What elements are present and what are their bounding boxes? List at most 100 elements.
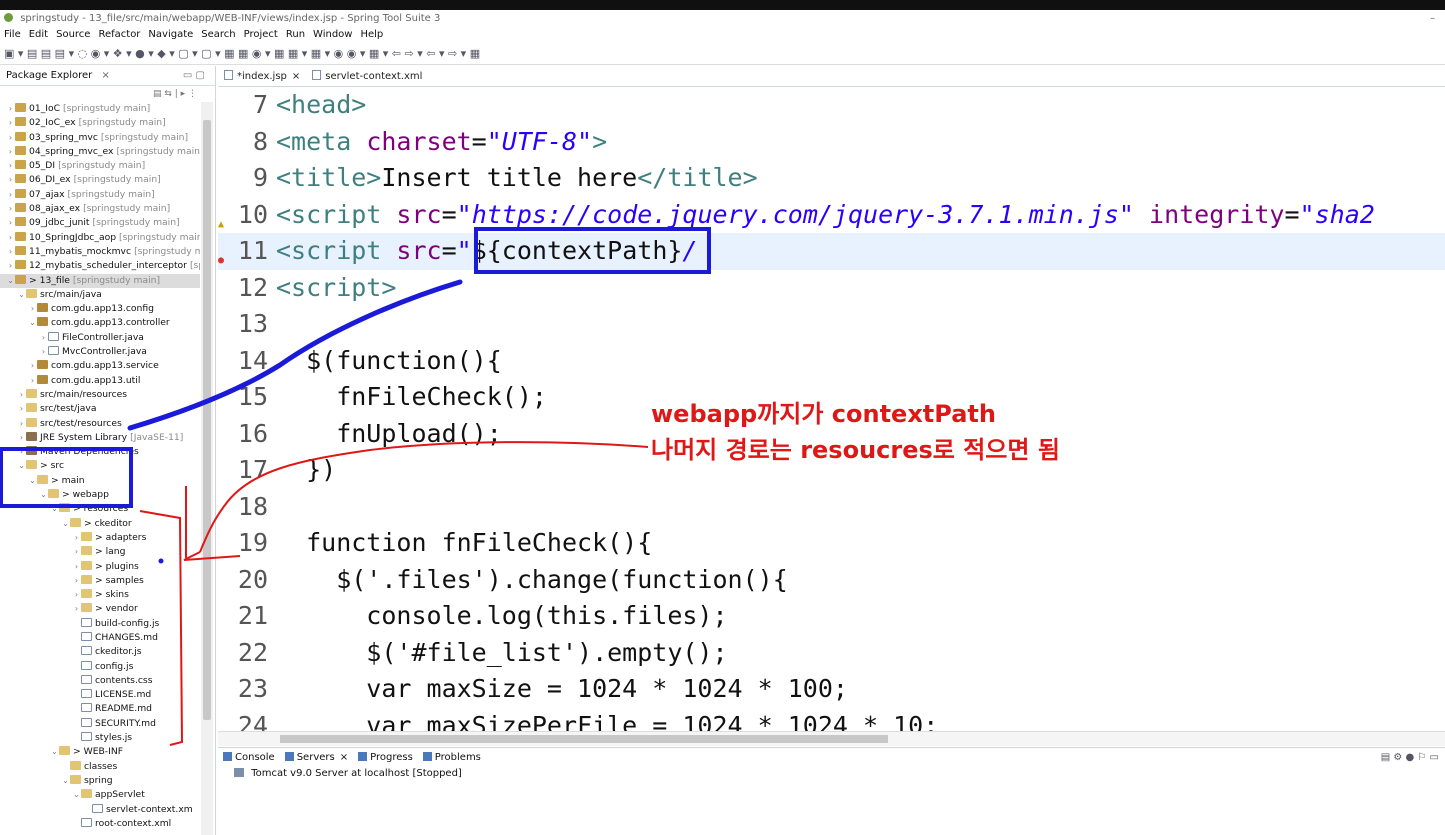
code-line[interactable]: 20 $('.files').change(function(){	[218, 562, 1445, 599]
bottom-tab-progress[interactable]: Progress	[353, 748, 418, 768]
code-line[interactable]: 7 <head>	[218, 87, 1445, 124]
tree-twistie-icon[interactable]: ⌄	[17, 288, 26, 302]
tree-item[interactable]: › 08_ajax_ex [springstudy main]	[0, 202, 200, 216]
tree-item[interactable]: › 04_spring_mvc_ex [springstudy main]	[0, 145, 200, 159]
close-icon[interactable]: ×	[292, 71, 300, 82]
tree-item[interactable]: ⌄ > webapp	[0, 488, 200, 502]
tree-item[interactable]: › 12_mybatis_scheduler_interceptor[sprir	[0, 259, 200, 273]
code-line[interactable]: 19 function fnFileCheck(){	[218, 525, 1445, 562]
tree-item[interactable]: › com.gdu.app13.util	[0, 374, 200, 388]
menu-run[interactable]: Run	[282, 27, 309, 43]
tree-item[interactable]: › 11_mybatis_mockmvc[springstudy ma	[0, 245, 200, 259]
code-line[interactable]: 18	[218, 489, 1445, 526]
tree-item[interactable]: › src/main/resources	[0, 388, 200, 402]
tree-item[interactable]: › 09_jdbc_junit [springstudy main]	[0, 216, 200, 230]
tree-item[interactable]: › 01_IoC [springstudy main]	[0, 102, 200, 116]
tree-item[interactable]: › 03_spring_mvc [springstudy main]	[0, 131, 200, 145]
tree-twistie-icon[interactable]: ⌄	[39, 488, 48, 502]
tree-item[interactable]: › 07_ajax [springstudy main]	[0, 188, 200, 202]
tree-item[interactable]: › 10_SpringJdbc_aop [springstudy main]	[0, 231, 200, 245]
tree-item[interactable]: SECURITY.md	[0, 717, 200, 731]
code-line[interactable]: 21 console.log(this.files);	[218, 598, 1445, 635]
tree-item[interactable]: › > vendor	[0, 602, 200, 616]
tree-item[interactable]: ⌄ > src	[0, 459, 200, 473]
tree-item[interactable]: ⌄ spring	[0, 774, 200, 788]
code-line[interactable]: 13	[218, 306, 1445, 343]
menu-navigate[interactable]: Navigate	[144, 27, 197, 43]
menu-source[interactable]: Source	[52, 27, 94, 43]
close-icon[interactable]: ×	[101, 70, 109, 81]
code-line[interactable]: ● 11 <script src="${contextPath}/	[218, 233, 1445, 270]
menu-project[interactable]: Project	[240, 27, 282, 43]
tree-twistie-icon[interactable]: ›	[39, 331, 48, 345]
code-line[interactable]: 23 var maxSize = 1024 * 1024 * 100;	[218, 671, 1445, 708]
tree-item[interactable]: root-context.xml	[0, 817, 200, 831]
tree-item[interactable]: servlet-context.xm	[0, 803, 200, 817]
tree-item[interactable]: config.js	[0, 660, 200, 674]
tree-twistie-icon[interactable]: ⌄	[6, 274, 15, 288]
menu-window[interactable]: Window	[309, 27, 356, 43]
tree-item[interactable]: ⌄ com.gdu.app13.controller	[0, 316, 200, 330]
tree-item[interactable]: › JRE System Library [JavaSE-11]	[0, 431, 200, 445]
code-line[interactable]: 24 var maxSizePerFile = 1024 * 1024 * 10…	[218, 708, 1445, 732]
tree-twistie-icon[interactable]: ›	[72, 545, 81, 559]
tree-twistie-icon[interactable]: ›	[72, 602, 81, 616]
tree-item[interactable]: LICENSE.md	[0, 688, 200, 702]
tree-twistie-icon[interactable]: ⌄	[28, 316, 37, 330]
code-line[interactable]: 14 $(function(){	[218, 343, 1445, 380]
tree-item[interactable]: › > adapters	[0, 531, 200, 545]
tree-item[interactable]: ⌄ appServlet	[0, 788, 200, 802]
bottom-tab-servers[interactable]: Servers ×	[280, 748, 353, 768]
tree-twistie-icon[interactable]: ›	[28, 302, 37, 316]
tree-twistie-icon[interactable]: ›	[72, 531, 81, 545]
tree-item[interactable]: styles.js	[0, 731, 200, 745]
tree-item[interactable]: ⌄ > resources	[0, 502, 200, 516]
tree-twistie-icon[interactable]: ›	[39, 345, 48, 359]
tree-twistie-icon[interactable]: ›	[6, 145, 15, 159]
tree-twistie-icon[interactable]: ›	[28, 359, 37, 373]
scrollbar-thumb[interactable]	[203, 120, 211, 720]
tree-twistie-icon[interactable]: ⌄	[28, 474, 37, 488]
editor-horizontal-scrollbar[interactable]	[218, 731, 1445, 746]
tree-twistie-icon[interactable]: ⌄	[17, 459, 26, 473]
tree-twistie-icon[interactable]: ›	[6, 245, 15, 259]
tree-item[interactable]: ⌄ src/main/java	[0, 288, 200, 302]
tree-item[interactable]: ckeditor.js	[0, 645, 200, 659]
tree-twistie-icon[interactable]: ⌄	[50, 745, 59, 759]
tree-twistie-icon[interactable]: ›	[6, 259, 15, 273]
tree-twistie-icon[interactable]: ⌄	[50, 502, 59, 516]
tree-twistie-icon[interactable]: ›	[6, 102, 15, 116]
menu-edit[interactable]: Edit	[25, 27, 52, 43]
tree-twistie-icon[interactable]: ›	[6, 159, 15, 173]
bottom-tab-problems[interactable]: Problems	[418, 748, 486, 768]
tree-item[interactable]: ⌄ > main	[0, 474, 200, 488]
scrollbar-thumb[interactable]	[280, 735, 888, 743]
tree-twistie-icon[interactable]: ›	[17, 445, 26, 459]
menu-refactor[interactable]: Refactor	[94, 27, 144, 43]
tree-item[interactable]: › Maven Dependencies	[0, 445, 200, 459]
code-line[interactable]: 9 <title>Insert title here</title>	[218, 160, 1445, 197]
tree-item[interactable]: ⌄ > 13_file [springstudy main]	[0, 273, 200, 288]
editor-tab[interactable]: servlet-context.xml	[306, 66, 428, 87]
tree-item[interactable]: classes	[0, 760, 200, 774]
tree-twistie-icon[interactable]: ›	[6, 116, 15, 130]
server-row[interactable]: Tomcat v9.0 Server at localhost [Stopped…	[234, 767, 1429, 781]
tree-twistie-icon[interactable]: ⌄	[61, 774, 70, 788]
servers-view-controls[interactable]: ▤ ⚙ ● ⚐ ▭	[1381, 748, 1439, 768]
tree-twistie-icon[interactable]: ⌄	[61, 517, 70, 531]
menu-help[interactable]: Help	[356, 27, 387, 43]
tree-vertical-scrollbar[interactable]	[201, 102, 213, 835]
tree-item[interactable]: › > plugins	[0, 560, 200, 574]
close-icon[interactable]: ×	[340, 752, 348, 763]
tree-item[interactable]: README.md	[0, 702, 200, 716]
tree-item[interactable]: › FileController.java	[0, 331, 200, 345]
tree-item[interactable]: › MvcController.java	[0, 345, 200, 359]
tree-item[interactable]: ⌄ > ckeditor	[0, 517, 200, 531]
tree-twistie-icon[interactable]: ›	[6, 173, 15, 187]
tree-item[interactable]: CHANGES.md	[0, 631, 200, 645]
package-explorer-toolbar[interactable]: ▤ ⇆ | ▸ ⋮	[0, 86, 215, 102]
tree-twistie-icon[interactable]: ›	[28, 374, 37, 388]
tree-twistie-icon[interactable]: ›	[6, 216, 15, 230]
tree-twistie-icon[interactable]: ›	[6, 131, 15, 145]
tree-item[interactable]: › 05_DI [springstudy main]	[0, 159, 200, 173]
